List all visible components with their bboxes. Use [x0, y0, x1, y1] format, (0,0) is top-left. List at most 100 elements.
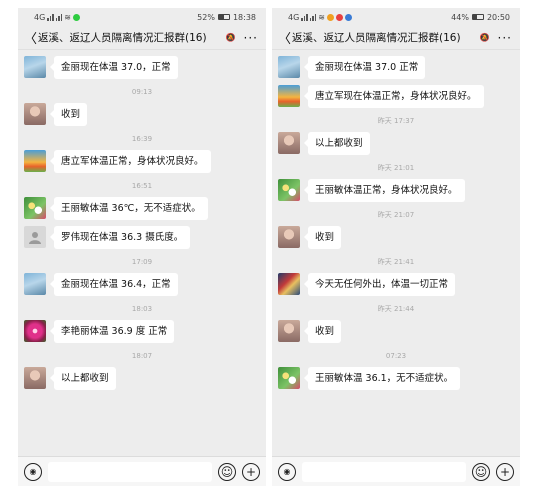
clock: 20:50 — [486, 12, 510, 22]
app-notification-icon-2 — [336, 13, 343, 21]
message-bubble[interactable]: 收到 — [49, 103, 88, 126]
message-row: 王丽敏体温 36℃，无不适症状。 — [18, 197, 266, 220]
message-bubble[interactable]: 罗伟现在体温 36.3 摄氏度。 — [49, 226, 191, 249]
message-row: 以上都收到 — [18, 367, 266, 390]
add-icon[interactable]: + — [496, 462, 514, 481]
add-icon[interactable]: + — [242, 462, 260, 481]
avatar[interactable] — [24, 103, 46, 125]
avatar[interactable] — [278, 320, 300, 342]
message-timestamp: 昨天 21:01 — [377, 164, 415, 172]
voice-icon[interactable]: ◉ — [278, 462, 296, 481]
message-bubble[interactable]: 收到 — [303, 320, 342, 343]
message-timestamp: 16:39 — [131, 135, 153, 143]
chat-title: 返溪、返辽人员隔离情况汇报群(16) — [38, 32, 207, 44]
mute-icon: 🔕 — [225, 33, 236, 42]
message-bubble[interactable]: 王丽敏体温正常，身体状况良好。 — [304, 179, 465, 202]
message-bubble[interactable]: 金丽现在体温 37.0 正常 — [303, 56, 426, 79]
avatar[interactable] — [278, 273, 300, 295]
avatar[interactable] — [24, 367, 46, 389]
message-row: 收到 — [272, 226, 520, 249]
battery-percent: 44% — [451, 12, 469, 22]
battery-icon — [217, 14, 230, 20]
input-bar: ◉ ☺ + — [18, 456, 266, 486]
message-bubble[interactable]: 王丽敏体温 36℃，无不适症状。 — [50, 197, 208, 220]
message-row: 今天无任何外出，体温一切正常 — [272, 273, 520, 296]
message-timestamp: 昨天 21:44 — [377, 305, 415, 313]
signal-icon-2 — [55, 13, 63, 21]
more-icon[interactable]: ··· — [244, 31, 258, 45]
message-row: 以上都收到 — [272, 132, 520, 155]
network-label: 4G — [34, 12, 46, 22]
status-bar: 4G ≋ 44% 20:50 — [272, 8, 520, 26]
message-timestamp: 18:07 — [131, 352, 153, 360]
avatar[interactable] — [278, 367, 300, 389]
more-icon[interactable]: ··· — [498, 31, 512, 45]
message-timestamp: 16:51 — [131, 182, 153, 190]
message-row: 金丽现在体温 37.0，正常 — [18, 56, 266, 79]
status-right: 52% 18:38 — [197, 13, 256, 22]
message-row: 王丽敏体温 36.1，无不适症状。 — [272, 367, 520, 390]
message-row: 收到 — [272, 320, 520, 343]
message-bubble[interactable]: 李艳丽体温 36.9 度 正常 — [49, 320, 175, 343]
message-row: 李艳丽体温 36.9 度 正常 — [18, 320, 266, 343]
avatar[interactable] — [278, 56, 300, 78]
avatar[interactable] — [278, 132, 300, 154]
avatar[interactable] — [24, 56, 46, 78]
back-icon[interactable]: 〈 — [278, 28, 292, 47]
signal-indicators: 4G ≋ — [288, 13, 352, 22]
message-timestamp: 09:13 — [131, 88, 153, 96]
message-input[interactable] — [48, 461, 212, 482]
message-bubble[interactable]: 金丽现在体温 36.4，正常 — [50, 273, 178, 296]
chat-screen-left: 4G ≋ 52% 18:38 〈 返溪、返辽人员隔离情况汇报群(16) 🔕 ··… — [18, 8, 266, 486]
message-row: 金丽现在体温 36.4，正常 — [18, 273, 266, 296]
message-bubble[interactable]: 唐立军体温正常，身体状况良好。 — [50, 150, 211, 173]
message-row: 金丽现在体温 37.0 正常 — [272, 56, 520, 79]
signal-icon — [47, 13, 54, 21]
signal-icon — [301, 13, 308, 21]
app-notification-icon — [327, 13, 334, 21]
message-bubble[interactable]: 收到 — [303, 226, 342, 249]
message-bubble[interactable]: 以上都收到 — [304, 132, 370, 155]
message-row: 罗伟现在体温 36.3 摄氏度。 — [18, 226, 266, 249]
signal-icon-2 — [309, 13, 317, 21]
message-timestamp: 昨天 21:07 — [377, 211, 415, 219]
avatar[interactable] — [278, 226, 300, 248]
chat-header: 〈 返溪、返辽人员隔离情况汇报群(16) 🔕 ··· — [18, 26, 266, 50]
message-bubble[interactable]: 唐立军现在体温正常，身体状况良好。 — [304, 85, 484, 108]
message-timestamp: 17:09 — [131, 258, 153, 266]
avatar[interactable] — [24, 226, 46, 248]
message-timestamp: 18:03 — [131, 305, 153, 313]
clock: 18:38 — [232, 12, 256, 22]
input-bar: ◉ ☺ + — [272, 456, 520, 486]
message-bubble[interactable]: 今天无任何外出，体温一切正常 — [303, 273, 456, 296]
battery-percent: 52% — [197, 12, 215, 22]
back-icon[interactable]: 〈 — [24, 28, 38, 47]
message-row: 王丽敏体温正常，身体状况良好。 — [272, 179, 520, 202]
avatar[interactable] — [24, 150, 46, 172]
chat-title: 返溪、返辽人员隔离情况汇报群(16) — [292, 32, 461, 44]
message-bubble[interactable]: 金丽现在体温 37.0，正常 — [50, 56, 178, 79]
avatar[interactable] — [24, 273, 46, 295]
status-right: 44% 20:50 — [451, 13, 510, 22]
emoji-icon[interactable]: ☺ — [218, 462, 236, 481]
emoji-icon[interactable]: ☺ — [472, 462, 490, 481]
network-label: 4G — [288, 12, 300, 22]
app-notification-icon-3 — [345, 13, 352, 21]
avatar[interactable] — [278, 85, 300, 107]
message-input[interactable] — [302, 461, 466, 482]
message-bubble[interactable]: 王丽敏体温 36.1，无不适症状。 — [303, 367, 461, 390]
message-timestamp: 昨天 17:37 — [377, 117, 415, 125]
battery-icon — [471, 14, 484, 20]
avatar[interactable] — [278, 179, 300, 201]
message-row: 收到 — [18, 103, 266, 126]
message-list: 金丽现在体温 37.0，正常 09:13 收到 16:39 唐立军体温正常，身体状况良好… — [18, 50, 266, 456]
avatar[interactable] — [24, 320, 46, 342]
wifi-icon: ≋ — [64, 12, 71, 22]
avatar[interactable] — [24, 197, 46, 219]
message-row: 唐立军现在体温正常，身体状况良好。 — [272, 85, 520, 108]
status-bar: 4G ≋ 52% 18:38 — [18, 8, 266, 26]
voice-icon[interactable]: ◉ — [24, 462, 42, 481]
message-bubble[interactable]: 以上都收到 — [50, 367, 116, 390]
signal-indicators: 4G ≋ — [34, 13, 80, 22]
mute-icon: 🔕 — [479, 33, 490, 42]
